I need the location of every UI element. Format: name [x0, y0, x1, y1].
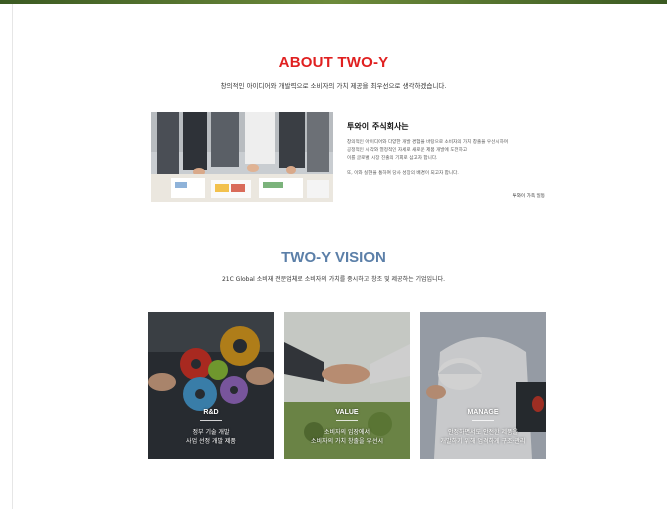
vision-card-value: VALUE 소비자의 입장에서 소비자의 가치 창출을 우선시	[284, 312, 410, 459]
company-intro-body: 창의적인 아이디어와 다양한 개발 경험을 바탕으로 소비자의 가치 창출을 우…	[347, 139, 552, 178]
card-label: VALUE	[335, 409, 359, 416]
about-subtitle: 창의적인 아이디어와 개발력으로 소비자의 가치 제공을 최우선으로 생각하겠습…	[220, 82, 447, 90]
vision-card-rnd: R&D 정부 기술 개발 사업 선정 개발 제품	[148, 312, 274, 459]
company-signature: 투와이 가족 일동	[512, 194, 545, 199]
meeting-photo	[151, 112, 333, 202]
about-title: ABOUT TWO-Y	[278, 54, 389, 71]
company-intro-line: 창의적인 아이디어와 다양한 개발 경험을 바탕으로 소비자의 가치 창출을 우…	[347, 140, 509, 145]
company-intro-closing: 또, 이와 실현을 통하여 당사 성장의 배경이 되고자 합니다.	[347, 171, 459, 176]
company-intro-line: 이를 글로벌 시장 진출의 기회로 삼고자 합니다.	[347, 156, 438, 161]
company-intro-title: 투와이 주식회사는	[347, 122, 409, 131]
card-desc-line: 소비자의 입장에서	[323, 429, 371, 436]
card-divider	[472, 420, 494, 421]
card-desc-line: 안정하면서도 안전한 제품을	[447, 429, 519, 436]
card-label: MANAGE	[467, 409, 499, 416]
card-divider	[336, 420, 358, 421]
vision-card-manage: MANAGE 안정하면서도 안전한 제품을 개발하기 위해 엄격하게 구조·관리	[420, 312, 546, 459]
card-label: R&D	[203, 409, 219, 416]
card-desc-line: 개발하기 위해 엄격하게 구조·관리	[440, 438, 526, 445]
company-intro-line: 공정적인 시각와 열정적인 자세로 새로운 제품 개발에 도전하고	[347, 148, 468, 153]
card-desc-line: 소비자의 가치 창출을 우선시	[311, 438, 383, 445]
card-divider	[200, 420, 222, 421]
vision-subtitle: 21C Global 소비재 전문업체로 소비자의 가치를 중시하고 창조 및 …	[221, 276, 446, 283]
card-desc-line: 정부 기술 개발	[192, 429, 230, 436]
vision-title: TWO-Y VISION	[281, 249, 386, 266]
card-desc-line: 사업 선정 개발 제품	[186, 438, 236, 445]
top-color-strip	[0, 0, 667, 4]
